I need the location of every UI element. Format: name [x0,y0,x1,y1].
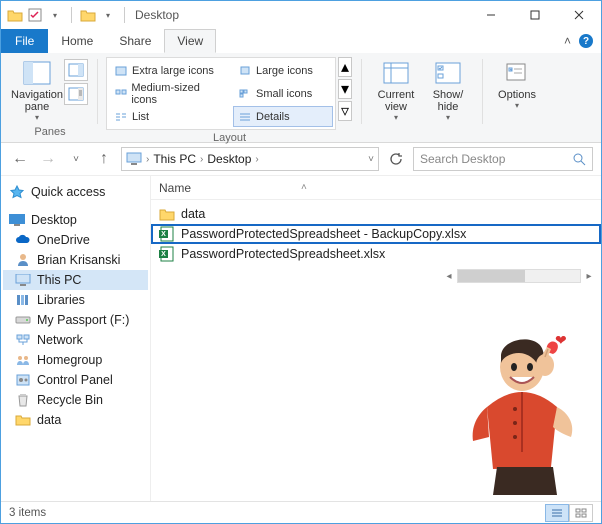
crumb-thispc[interactable]: This PC [153,152,196,166]
controlpanel-icon [15,373,31,387]
recycle-icon [15,393,31,407]
homegroup-icon [15,353,31,367]
user-icon [15,253,31,267]
navigation-pane-button[interactable]: Navigation pane ▾ [11,57,63,124]
desktop-icon [9,213,25,227]
maximize-button[interactable] [513,1,557,29]
sort-indicator-icon: ˄ [301,182,307,193]
folder-icon [159,206,175,222]
breadcrumb[interactable]: › This PC › Desktop › ˅ [121,147,379,171]
current-view-button[interactable]: Current view ▾ [370,57,422,124]
pc-icon [126,152,142,166]
cloud-icon [15,233,31,247]
layout-details[interactable]: Details [233,106,333,127]
group-label-panes: Panes [34,124,65,142]
horizontal-scrollbar[interactable]: ◂ ▸ [151,268,601,284]
scroll-left[interactable]: ◂ [441,269,457,283]
drive-icon [15,313,31,327]
navigation-pane[interactable]: Quick access Desktop OneDrive Brian Kris… [1,176,151,501]
folder-icon [7,7,23,23]
address-dropdown[interactable]: ˅ [368,154,374,165]
svg-text:❤: ❤ [555,332,567,348]
file-row-folder[interactable]: data [151,204,601,224]
chevron-down-icon[interactable]: ▾ [47,7,63,23]
show-hide-button[interactable]: Show/ hide ▾ [422,57,474,124]
pc-icon [15,273,31,287]
chevron-down-icon[interactable]: ▾ [100,7,116,23]
navigation-pane-icon [21,59,53,87]
help-icon[interactable]: ? [579,34,593,48]
status-item-count: 3 items [9,507,46,519]
properties-icon[interactable] [27,7,43,23]
layout-medium[interactable]: Medium-sized icons [109,83,229,104]
layout-expand[interactable]: ▿ [338,101,352,121]
tab-home[interactable]: Home [48,29,106,53]
nav-homegroup[interactable]: Homegroup [3,350,148,370]
tab-view[interactable]: View [164,29,216,53]
layout-scroll-down[interactable]: ▾ [338,79,352,99]
nav-quick-access[interactable]: Quick access [3,182,148,202]
excel-icon: X [159,226,175,242]
network-icon [15,333,31,347]
layout-extra-large[interactable]: Extra large icons [109,60,229,81]
preview-pane-button[interactable] [64,59,88,81]
recent-locations[interactable]: ˅ [65,148,87,170]
tab-file[interactable]: File [1,29,48,53]
minimize-button[interactable] [469,1,513,29]
up-button[interactable]: ↑ [93,148,115,170]
nav-controlpanel[interactable]: Control Panel [3,370,148,390]
libraries-icon [15,293,31,307]
scroll-thumb[interactable] [458,270,525,282]
details-pane-button[interactable] [64,83,88,105]
options-icon [501,59,533,87]
current-view-icon [380,59,412,87]
nav-recyclebin[interactable]: Recycle Bin [3,390,148,410]
close-button[interactable] [557,1,601,29]
tab-share[interactable]: Share [106,29,164,53]
nav-drive[interactable]: My Passport (F:) [3,310,148,330]
star-icon [9,185,25,199]
layout-large[interactable]: Large icons [233,60,333,81]
nav-data[interactable]: data [3,410,148,430]
window-title: Desktop [135,8,179,22]
collapse-ribbon-icon[interactable]: ˄ [564,34,571,48]
nav-network[interactable]: Network [3,330,148,350]
assistant-character: ❤ [437,317,597,497]
layout-scroll-up[interactable]: ▴ [338,57,352,77]
layout-small[interactable]: Small icons [233,83,333,104]
column-header-name[interactable]: Name ˄ [151,176,601,200]
view-details-button[interactable] [545,504,569,522]
search-input[interactable]: Search Desktop [413,147,593,171]
folder-icon [80,7,96,23]
layout-list[interactable]: List [109,106,229,127]
back-button[interactable]: ← [9,148,31,170]
nav-thispc[interactable]: This PC [3,270,148,290]
options-button[interactable]: Options ▾ [491,57,543,112]
view-thumbnails-button[interactable] [569,504,593,522]
show-hide-icon [432,59,464,87]
refresh-button[interactable] [385,148,407,170]
forward-button[interactable]: → [37,148,59,170]
folder-icon [15,413,31,427]
nav-onedrive[interactable]: OneDrive [3,230,148,250]
nav-user[interactable]: Brian Krisanski [3,250,148,270]
nav-libraries[interactable]: Libraries [3,290,148,310]
excel-icon: X [159,246,175,262]
svg-text:X: X [161,231,166,238]
nav-desktop[interactable]: Desktop [3,210,148,230]
svg-text:X: X [161,251,166,258]
file-row-xlsx[interactable]: X PasswordProtectedSpreadsheet.xlsx [151,244,601,264]
crumb-desktop[interactable]: Desktop [207,152,251,166]
file-row-xlsx-backup[interactable]: X PasswordProtectedSpreadsheet - BackupC… [151,224,601,244]
scroll-right[interactable]: ▸ [581,269,597,283]
search-icon [573,153,586,166]
